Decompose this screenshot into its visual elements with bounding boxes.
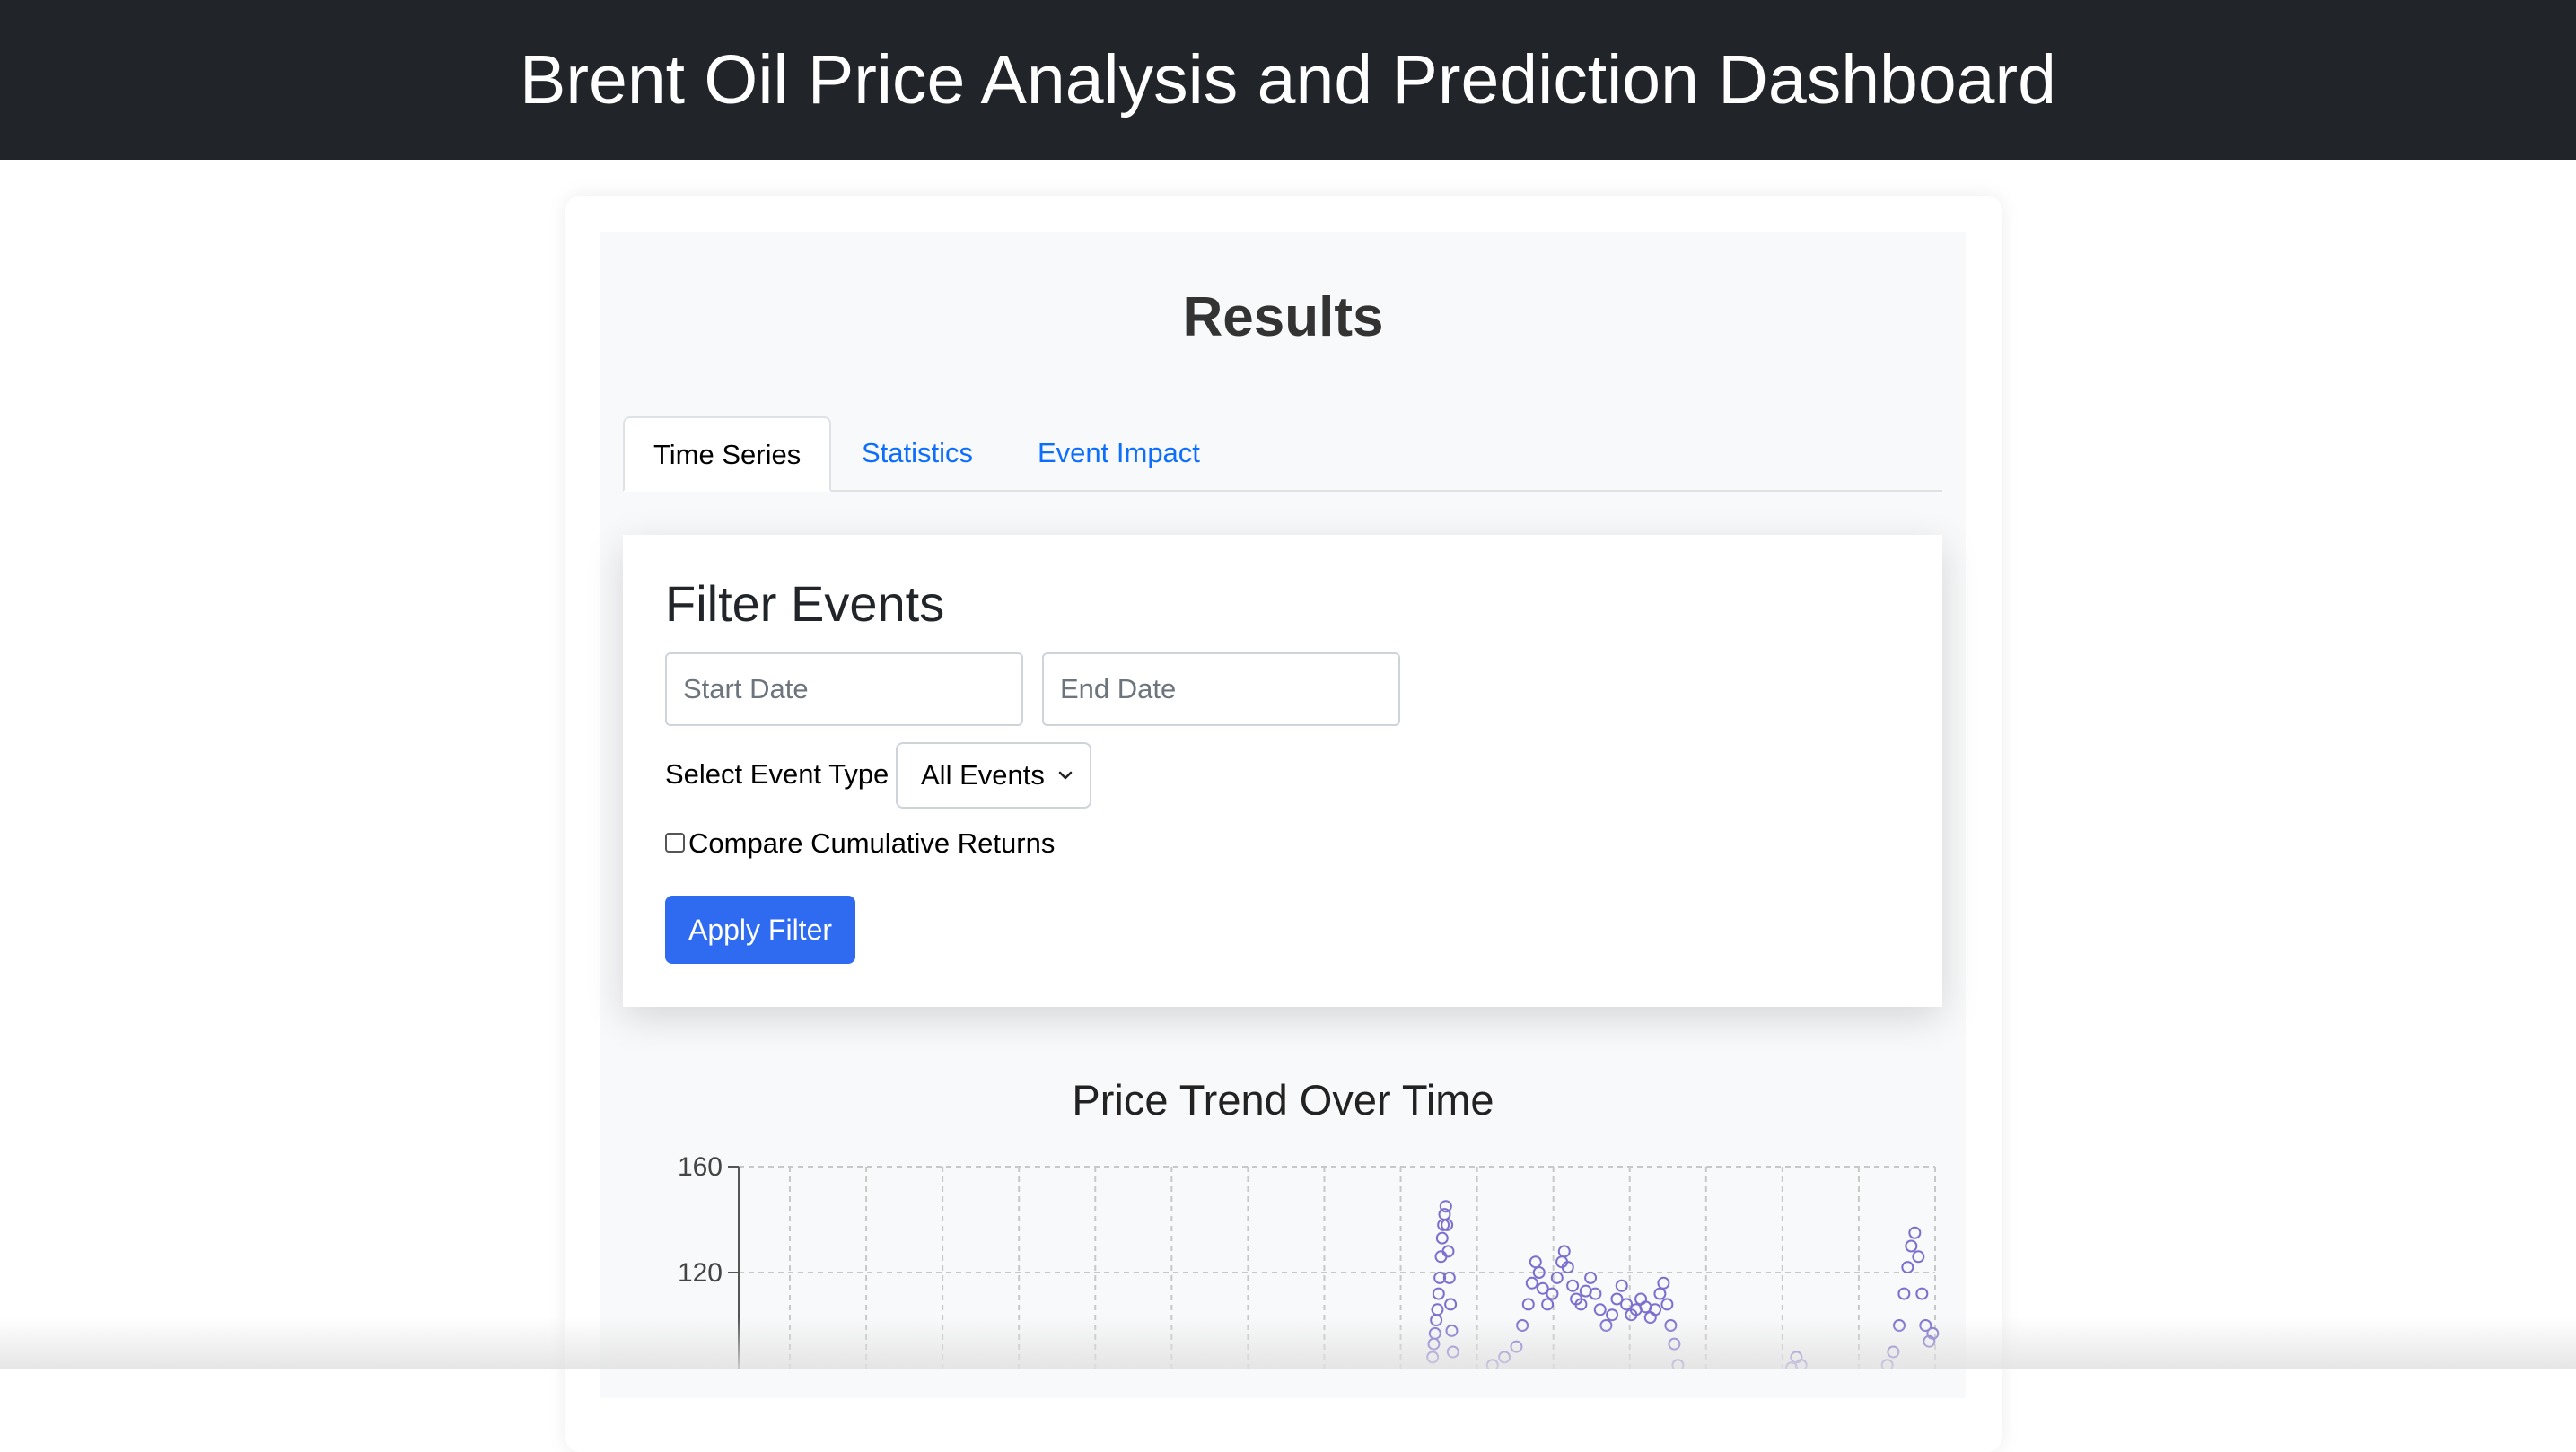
data-point <box>1589 1287 1602 1300</box>
data-point <box>1649 1303 1662 1316</box>
data-point <box>1432 1287 1445 1300</box>
results-heading: Results <box>1182 286 1384 348</box>
data-point <box>1901 1261 1914 1274</box>
data-point <box>1905 1239 1918 1253</box>
data-point <box>1634 1292 1648 1306</box>
data-point <box>1653 1287 1667 1300</box>
data-point <box>1657 1276 1670 1290</box>
data-point <box>1444 1298 1458 1311</box>
apply-filter-button[interactable]: Apply Filter <box>665 896 855 964</box>
data-point <box>1435 1231 1449 1245</box>
data-point <box>1434 1250 1448 1264</box>
start-date-input[interactable] <box>665 652 1023 726</box>
data-point <box>1441 1245 1455 1258</box>
compare-cumulative-returns-label: Compare Cumulative Returns <box>688 827 1056 859</box>
data-point <box>1521 1298 1535 1311</box>
event-type-select[interactable]: All Events <box>896 742 1091 809</box>
app-header: Brent Oil Price Analysis and Prediction … <box>0 0 2576 160</box>
tab-statistics[interactable]: Statistics <box>833 416 1002 490</box>
data-point <box>1912 1250 1925 1264</box>
tab-bar: Time Series Statistics Event Impact <box>623 416 1942 492</box>
tab-time-series[interactable]: Time Series <box>623 416 832 492</box>
event-type-label: Select Event Type <box>665 758 889 790</box>
data-point <box>1915 1287 1929 1300</box>
filter-events-heading: Filter Events <box>665 575 945 632</box>
data-point <box>1584 1271 1598 1284</box>
event-type-selected-value: All Events <box>921 759 1045 791</box>
data-point <box>1546 1287 1559 1300</box>
data-point <box>1660 1298 1674 1311</box>
y-axis-tick-label: 160 <box>678 1152 723 1182</box>
data-point <box>1615 1279 1628 1292</box>
end-date-input[interactable] <box>1042 652 1400 726</box>
y-axis-tick-label: 120 <box>678 1258 723 1288</box>
data-point <box>1525 1276 1538 1290</box>
data-point <box>1897 1287 1911 1300</box>
data-point <box>1908 1226 1922 1239</box>
compare-cumulative-returns-checkbox[interactable] <box>665 833 685 853</box>
data-point <box>1566 1279 1580 1292</box>
window-bottom-edge <box>0 1317 2576 1369</box>
page-title: Brent Oil Price Analysis and Prediction … <box>520 40 2056 118</box>
data-point <box>1593 1303 1607 1316</box>
chevron-down-icon <box>1058 771 1073 780</box>
data-point <box>1529 1255 1542 1269</box>
data-point <box>1439 1200 1452 1213</box>
data-point <box>1557 1245 1571 1258</box>
data-point <box>1431 1303 1444 1316</box>
tab-event-impact[interactable]: Event Impact <box>1009 416 1229 490</box>
data-point <box>1541 1298 1555 1311</box>
